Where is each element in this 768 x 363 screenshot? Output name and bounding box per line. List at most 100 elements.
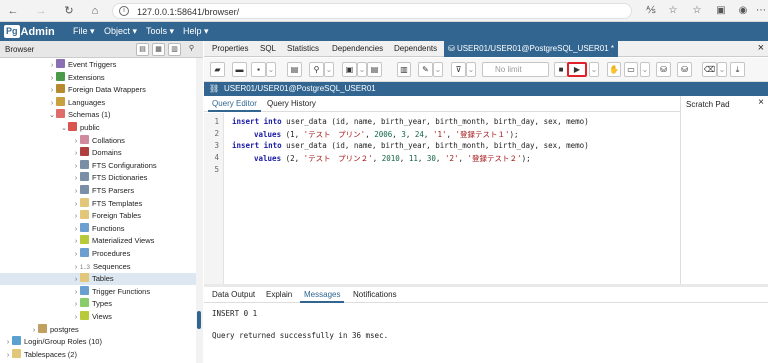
explain-icon[interactable]: ✋: [607, 62, 621, 77]
tree-scrollbar[interactable]: [196, 58, 203, 363]
tree-node[interactable]: › FTS Templates: [72, 197, 142, 211]
clear-dropdown-icon[interactable]: ⌄: [717, 62, 727, 77]
chevron-right-icon[interactable]: ›: [72, 186, 80, 198]
execute-dropdown-icon[interactable]: ⌄: [589, 62, 599, 77]
chevron-right-icon[interactable]: ›: [72, 249, 80, 261]
chevron-right-icon[interactable]: ›: [48, 98, 56, 110]
chevron-right-icon[interactable]: ›: [72, 299, 80, 311]
favorite-icon[interactable]: ☆: [666, 4, 680, 18]
tree-node[interactable]: › Materialized Views: [72, 235, 154, 247]
edit-pen-icon[interactable]: ✎: [418, 62, 433, 77]
tab-properties[interactable]: Properties: [208, 41, 252, 57]
tree-node[interactable]: › Collations: [72, 134, 125, 148]
explain-analyze-icon[interactable]: ▭: [624, 62, 638, 77]
tree-node[interactable]: › Domains: [72, 147, 122, 159]
tree-node[interactable]: › Extensions: [48, 71, 105, 85]
save-icon[interactable]: ▪: [251, 62, 266, 77]
limit-select[interactable]: No limit: [482, 62, 549, 77]
copy-dropdown-icon[interactable]: ⌄: [357, 62, 367, 77]
filtered-rows-icon[interactable]: ▥: [168, 43, 181, 56]
profile-icon[interactable]: ◉: [736, 4, 750, 18]
tab-dependents[interactable]: Dependents: [390, 41, 441, 57]
favorites-bar-icon[interactable]: ☆: [690, 4, 704, 18]
tab-data-output[interactable]: Data Output: [208, 287, 259, 303]
commit-icon[interactable]: ⛁: [656, 62, 671, 77]
tree-node[interactable]: › Views: [72, 311, 112, 323]
tab-notifications[interactable]: Notifications: [349, 287, 401, 303]
tree-node[interactable]: › Functions: [72, 222, 125, 236]
execute-icon[interactable]: ▶: [567, 62, 587, 77]
close-icon[interactable]: ×: [758, 97, 764, 108]
home-icon[interactable]: ⌂: [88, 4, 102, 18]
filter-dropdown-icon[interactable]: ⌄: [466, 62, 476, 77]
tree-node[interactable]: › postgres: [30, 323, 79, 337]
tab-query-tool[interactable]: ⛁ USER01/USER01@PostgreSQL_USER01 *: [444, 41, 619, 57]
chevron-down-icon[interactable]: ⌄: [48, 110, 56, 122]
tree-node[interactable]: › Languages: [48, 96, 105, 110]
tree-node[interactable]: › Event Triggers: [48, 59, 116, 71]
rollback-icon[interactable]: ⛁: [677, 62, 692, 77]
chevron-right-icon[interactable]: ›: [4, 337, 12, 349]
stop-icon[interactable]: ■: [554, 62, 568, 77]
search-icon[interactable]: ⚲: [185, 43, 198, 56]
tree-node[interactable]: › FTS Dictionaries: [72, 172, 147, 184]
chevron-right-icon[interactable]: ›: [72, 199, 80, 211]
chevron-right-icon[interactable]: ›: [72, 287, 80, 299]
tab-query-history[interactable]: Query History: [263, 96, 320, 112]
collections-icon[interactable]: ▣: [714, 4, 728, 18]
tab-explain[interactable]: Explain: [262, 287, 296, 303]
filter-icon[interactable]: ⊽: [451, 62, 466, 77]
back-icon[interactable]: ←: [6, 4, 20, 18]
tree-node[interactable]: › FTS Configurations: [72, 159, 157, 173]
chevron-right-icon[interactable]: ›: [72, 136, 80, 148]
tree-node[interactable]: › Trigger Functions: [72, 285, 150, 299]
tab-dependencies[interactable]: Dependencies: [328, 41, 387, 57]
save-dropdown-icon[interactable]: ⌄: [266, 62, 276, 77]
copy-icon[interactable]: ▣: [342, 62, 357, 77]
tab-sql[interactable]: SQL: [256, 41, 280, 57]
tab-query-editor[interactable]: Query Editor: [208, 96, 261, 112]
address-bar[interactable]: i 127.0.0.1:58641/browser/: [112, 3, 632, 19]
site-info-icon[interactable]: i: [119, 6, 129, 16]
folder-icon[interactable]: ▬: [232, 62, 247, 77]
chevron-right-icon[interactable]: ›: [72, 173, 80, 185]
delete-icon[interactable]: ▥: [397, 62, 411, 77]
chevron-right-icon[interactable]: ›: [72, 224, 80, 236]
tree-node[interactable]: ⌄ public: [60, 122, 100, 134]
forward-icon[interactable]: →: [34, 4, 48, 18]
tree-node[interactable]: › Foreign Data Wrappers: [48, 84, 146, 96]
url-text[interactable]: 127.0.0.1:58641/browser/: [137, 7, 239, 17]
chevron-right-icon[interactable]: ›: [48, 73, 56, 85]
view-data-icon[interactable]: ▦: [152, 43, 165, 56]
chevron-right-icon[interactable]: ›: [30, 325, 38, 337]
tree-node[interactable]: › Login/Group Roles (10): [4, 336, 102, 348]
chevron-right-icon[interactable]: ›: [72, 236, 80, 248]
edit-icon[interactable]: ▤: [287, 62, 302, 77]
find-icon[interactable]: ⚲: [309, 62, 324, 77]
tree-node[interactable]: › Tables: [0, 273, 196, 286]
object-properties-icon[interactable]: ▤: [136, 43, 149, 56]
scratch-pad[interactable]: Scratch Pad ×: [680, 96, 768, 284]
menu-object[interactable]: Object ▾: [104, 22, 137, 41]
menu-help[interactable]: Help ▾: [183, 22, 209, 41]
chevron-right-icon[interactable]: ›: [72, 148, 80, 160]
close-icon[interactable]: ×: [758, 42, 764, 54]
tab-statistics[interactable]: Statistics: [283, 41, 323, 57]
read-aloud-icon[interactable]: ⅍: [644, 4, 658, 18]
tree-node[interactable]: › Foreign Tables: [72, 210, 141, 222]
chevron-right-icon[interactable]: ›: [72, 312, 80, 324]
sql-editor[interactable]: 1 2 3 4 5 insert into user_data (id, nam…: [204, 113, 680, 284]
scrollbar-thumb[interactable]: [197, 311, 201, 329]
chevron-right-icon[interactable]: ›: [72, 161, 80, 173]
explain-dropdown-icon[interactable]: ⌄: [640, 62, 650, 77]
find-dropdown-icon[interactable]: ⌄: [324, 62, 334, 77]
chevron-right-icon[interactable]: ›: [48, 85, 56, 97]
menu-tools[interactable]: Tools ▾: [146, 22, 174, 41]
chevron-right-icon[interactable]: ›: [72, 274, 80, 286]
tree-node[interactable]: › 1..3 Sequences: [72, 261, 131, 273]
more-icon[interactable]: ⋯: [754, 4, 768, 18]
tree-node[interactable]: › Types: [72, 298, 112, 310]
chevron-right-icon[interactable]: ›: [48, 60, 56, 72]
chevron-right-icon[interactable]: ›: [72, 262, 80, 274]
tree-node[interactable]: ⌄ Schemas (1): [48, 109, 111, 121]
